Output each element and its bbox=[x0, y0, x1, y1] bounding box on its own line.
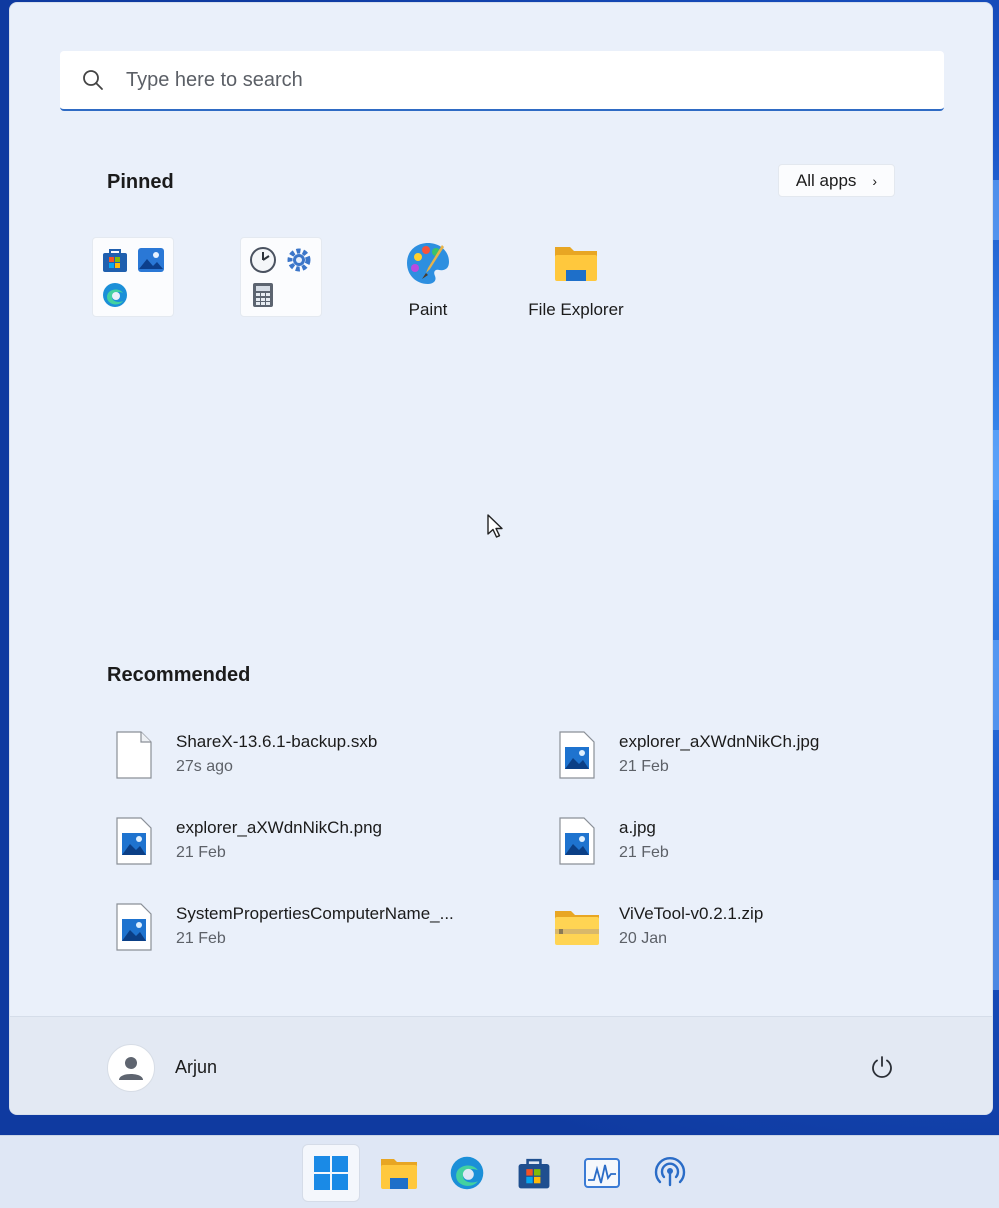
file-explorer-icon bbox=[381, 1159, 417, 1189]
clock-icon bbox=[250, 246, 276, 273]
taskbar-podcast[interactable] bbox=[641, 1144, 699, 1202]
recommended-item-time: 21 Feb bbox=[619, 758, 669, 775]
recommended-item-name: ViVeTool-v0.2.1.zip bbox=[619, 904, 764, 923]
pinned-app-file-explorer[interactable]: File Explorer bbox=[506, 239, 646, 320]
power-icon bbox=[872, 1056, 892, 1078]
recommended-item-name: SystemPropertiesComputerName_... bbox=[176, 904, 454, 923]
recommended-item[interactable]: a.jpg 21 Feb bbox=[557, 817, 669, 865]
paint-icon bbox=[407, 243, 449, 284]
search-placeholder[interactable]: Type here to search bbox=[126, 69, 303, 92]
recommended-item-name: explorer_aXWdnNikCh.jpg bbox=[619, 732, 820, 751]
mouse-pointer-icon bbox=[486, 513, 504, 544]
all-apps-button[interactable]: All apps › bbox=[778, 164, 895, 197]
image-file-icon bbox=[559, 817, 595, 865]
user-icon bbox=[119, 1057, 143, 1080]
search-icon bbox=[83, 70, 103, 90]
chevron-right-icon: › bbox=[872, 172, 878, 189]
pinned-title: Pinned bbox=[107, 171, 174, 193]
taskbar-file-explorer[interactable] bbox=[370, 1144, 428, 1202]
taskbar-activity-monitor[interactable] bbox=[573, 1144, 631, 1202]
image-file-icon bbox=[116, 903, 152, 951]
taskbar bbox=[0, 1135, 999, 1208]
edge-icon bbox=[450, 1156, 484, 1190]
recommended-item-time: 21 Feb bbox=[619, 844, 669, 861]
recommended-item-time: 20 Jan bbox=[619, 930, 668, 947]
pinned-folder[interactable] bbox=[92, 237, 174, 317]
pinned-folder[interactable] bbox=[240, 237, 322, 317]
podcast-icon bbox=[654, 1157, 686, 1187]
recommended-item[interactable]: ShareX-13.6.1-backup.sxb 27s ago bbox=[114, 731, 377, 779]
taskbar-store[interactable] bbox=[505, 1144, 563, 1202]
store-icon bbox=[518, 1158, 550, 1189]
edge-icon bbox=[103, 282, 127, 307]
start-menu: Type here to search Pinned All apps › Pa… bbox=[9, 2, 993, 1115]
start-icon bbox=[314, 1156, 348, 1190]
all-apps-label: All apps bbox=[795, 170, 857, 190]
user-name[interactable]: Arjun bbox=[175, 1057, 217, 1078]
app-label: File Explorer bbox=[528, 300, 624, 319]
search-box[interactable]: Type here to search bbox=[60, 51, 944, 111]
recommended-item[interactable]: ViVeTool-v0.2.1.zip 20 Jan bbox=[553, 903, 763, 951]
recommended-item-name: ShareX-13.6.1-backup.sxb bbox=[176, 732, 378, 751]
photos-icon bbox=[138, 247, 164, 272]
store-icon bbox=[103, 248, 127, 272]
settings-icon bbox=[287, 248, 311, 271]
recommended-item-time: 27s ago bbox=[176, 758, 233, 775]
recommended-title: Recommended bbox=[107, 664, 251, 686]
recommended-item-time: 21 Feb bbox=[176, 930, 226, 947]
pinned-app-paint[interactable]: Paint bbox=[358, 239, 498, 320]
recommended-item[interactable]: SystemPropertiesComputerName_... 21 Feb bbox=[114, 903, 454, 951]
activity-monitor-icon bbox=[584, 1158, 620, 1188]
recommended-item[interactable]: explorer_aXWdnNikCh.jpg 21 Feb bbox=[557, 731, 819, 779]
folder-icon bbox=[555, 247, 597, 281]
recommended-item-name: explorer_aXWdnNikCh.png bbox=[176, 818, 382, 837]
zip-folder-icon bbox=[555, 911, 599, 945]
recommended-item-time: 21 Feb bbox=[176, 844, 226, 861]
recommended-item[interactable]: explorer_aXWdnNikCh.png 21 Feb bbox=[114, 817, 382, 865]
image-file-icon bbox=[116, 817, 152, 865]
recommended-item-name: a.jpg bbox=[619, 818, 656, 837]
calculator-icon bbox=[253, 282, 273, 307]
image-file-icon bbox=[559, 731, 595, 779]
user-avatar[interactable] bbox=[107, 1044, 155, 1092]
blank-file-icon bbox=[116, 731, 152, 779]
power-button[interactable] bbox=[866, 1051, 898, 1083]
taskbar-start-button[interactable] bbox=[302, 1144, 360, 1202]
taskbar-edge[interactable] bbox=[438, 1144, 496, 1202]
app-label: Paint bbox=[408, 300, 448, 319]
start-footer: Arjun bbox=[10, 1016, 992, 1114]
